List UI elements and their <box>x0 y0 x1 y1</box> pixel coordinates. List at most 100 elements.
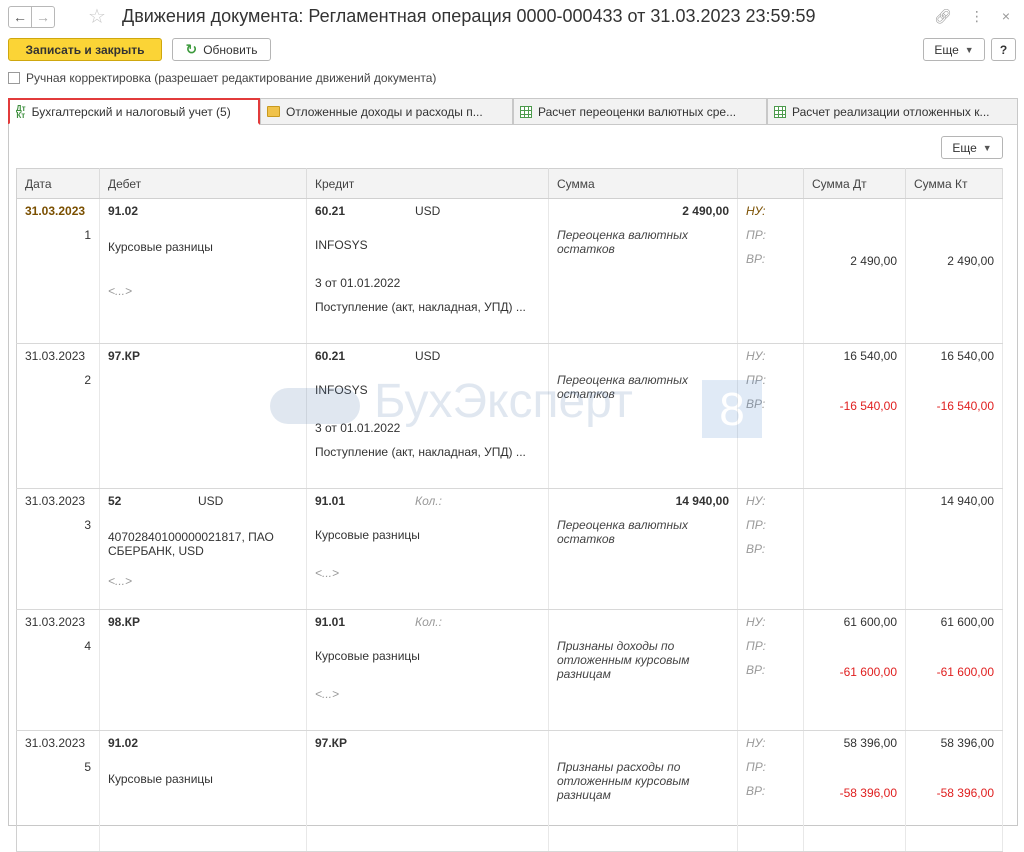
vr-sum-kt: 2 490,00 <box>947 254 994 268</box>
forward-button[interactable]: → <box>31 6 55 28</box>
cell-date: 31.03.2023 1 <box>16 198 100 344</box>
more-label: Еще <box>952 140 977 155</box>
more-label: Еще <box>934 42 959 57</box>
credit-account: 91.01 <box>315 615 346 629</box>
tab-label: Расчет переоценки валютных сре... <box>538 104 737 119</box>
cell-debit: 52 USD 40702840100000021817, ПАО СБЕРБАНК,… <box>99 488 307 610</box>
nu-sum-dt <box>804 489 905 513</box>
cell-date: 31.03.2023 3 <box>16 488 100 610</box>
label-vr: ВР: <box>746 663 766 677</box>
row-number: 1 <box>84 228 91 242</box>
entries-table: Дата Дебет Кредит Сумма Сумма Дт Сумма К… <box>16 168 1003 852</box>
cell-sum-dt: 16 540,00 -16 540,00 <box>803 343 906 489</box>
favorite-star-icon[interactable]: ☆ <box>88 4 106 29</box>
table-row[interactable]: 31.03.2023 2 97.КР 60.21 USD INFOSYS 3 от 01.0… <box>16 343 1003 489</box>
cell-sum-kt: 61 600,00 -61 600,00 <box>905 609 1003 731</box>
debit-more <box>100 424 306 448</box>
nu-sum-dt: 61 600,00 <box>843 615 897 629</box>
table-row[interactable]: 31.03.2023 5 91.02 Курсовые разницы 97.КР При… <box>16 730 1003 852</box>
col-sum-kt[interactable]: Сумма Кт <box>905 168 1003 199</box>
credit-currency: USD <box>415 204 441 218</box>
vr-sum-dt: -61 600,00 <box>839 665 897 679</box>
nu-sum-kt: 14 940,00 <box>940 494 994 508</box>
cell-debit: 97.КР <box>99 343 307 489</box>
help-button[interactable]: ? <box>991 38 1016 61</box>
credit-quantity-label: Кол.: <box>415 494 442 508</box>
manual-correction-label: Ручная корректировка (разрешает редактир… <box>26 71 437 85</box>
label-nu: НУ: <box>746 349 766 363</box>
col-type[interactable] <box>737 168 804 199</box>
cell-type: НУ: ПР: ВР: <box>737 730 804 852</box>
label-pr: ПР: <box>746 639 766 653</box>
more-button[interactable]: Еще ▼ <box>923 38 985 61</box>
vr-sum-kt: -58 396,00 <box>936 786 994 800</box>
cell-sum-kt: 2 490,00 <box>905 198 1003 344</box>
nu-sum-kt: 58 396,00 <box>940 736 994 750</box>
debit-subconto <box>100 646 306 690</box>
table-row[interactable]: 31.03.2023 4 98.КР 91.01 Кол.: Курсовые разни… <box>16 609 1003 731</box>
label-pr: ПР: <box>746 373 766 387</box>
table-row[interactable]: 31.03.2023 1 91.02 Курсовые разницы <...> 60.… <box>16 198 1003 344</box>
credit-subconto-2: <...> <box>315 566 340 580</box>
debit-subconto: Курсовые разницы <box>108 240 213 254</box>
credit-account: 60.21 <box>315 349 346 363</box>
grid-icon <box>520 105 532 118</box>
cell-type: НУ: ПР: ВР: <box>737 343 804 489</box>
col-sum-dt[interactable]: Сумма Дт <box>803 168 906 199</box>
col-date[interactable]: Дата <box>16 168 100 199</box>
tab-label: Бухгалтерский и налоговый учет (5) <box>31 104 231 119</box>
tab-label: Отложенные доходы и расходы п... <box>286 104 483 119</box>
close-icon[interactable]: × <box>1002 8 1010 25</box>
debit-subconto: 40702840100000021817, ПАО СБЕРБАНК, USD <box>108 530 274 558</box>
col-sum[interactable]: Сумма <box>548 168 738 199</box>
manual-correction-row: Ручная корректировка (разрешает редактир… <box>8 71 436 85</box>
date-value: 31.03.2023 <box>25 494 86 508</box>
refresh-button[interactable]: ↻ Обновить <box>172 38 271 61</box>
table-row[interactable]: 31.03.2023 3 52 USD 40702840100000021817, ПА… <box>16 488 1003 610</box>
cell-sum: 14 940,00 Переоценка валютных остатков <box>548 488 738 610</box>
nu-sum-kt: 61 600,00 <box>940 615 994 629</box>
nu-sum-kt <box>906 199 1002 223</box>
debit-account: 52 <box>108 494 122 508</box>
refresh-icon: ↻ <box>185 41 198 57</box>
cell-sum-dt: 58 396,00 -58 396,00 <box>803 730 906 852</box>
cell-type: НУ: ПР: ВР: <box>737 609 804 731</box>
credit-subconto-3: Поступление (акт, накладная, УПД) ... <box>315 445 526 459</box>
cell-sum-dt: 61 600,00 -61 600,00 <box>803 609 906 731</box>
table-more-button[interactable]: Еще ▼ <box>941 136 1003 159</box>
credit-subconto-3 <box>307 585 548 609</box>
debit-more: <...> <box>108 284 133 298</box>
tab-deferred-income[interactable]: Отложенные доходы и расходы п... <box>260 98 513 125</box>
link-icon[interactable]: 🔗︎ <box>934 8 952 25</box>
debit-subconto: Курсовые разницы <box>108 772 213 786</box>
date-value: 31.03.2023 <box>25 349 86 363</box>
credit-subconto-1 <box>307 767 548 791</box>
debit-account: 97.КР <box>108 349 141 363</box>
cell-credit: 60.21 USD INFOSYS 3 от 01.01.2022 Поступлени… <box>306 343 549 489</box>
label-vr: ВР: <box>746 784 766 798</box>
debit-account: 98.КР <box>108 615 141 629</box>
window-title: Движения документа: Регламентная операци… <box>122 6 816 26</box>
debit-subconto <box>100 380 306 424</box>
col-credit[interactable]: Кредит <box>306 168 549 199</box>
credit-subconto-2 <box>307 803 548 827</box>
col-debit[interactable]: Дебет <box>99 168 307 199</box>
credit-subconto-1: INFOSYS <box>315 238 368 252</box>
folder-icon <box>267 106 280 117</box>
operation-description: Признаны расходы по отложенным курсовым … <box>557 760 690 802</box>
sum-value <box>549 610 737 634</box>
more-vertical-icon[interactable]: ⋮ <box>970 8 984 25</box>
row-number: 4 <box>84 639 91 653</box>
back-button[interactable]: ← <box>8 6 32 28</box>
credit-subconto-2: <...> <box>315 687 340 701</box>
sum-value: 2 490,00 <box>682 204 729 218</box>
label-nu: НУ: <box>746 615 766 629</box>
grid-icon <box>774 105 786 118</box>
tab-currency-revaluation[interactable]: Расчет переоценки валютных сре... <box>513 98 767 125</box>
tab-deferred-realization[interactable]: Расчет реализации отложенных к... <box>767 98 1018 125</box>
debit-account: 91.02 <box>108 204 139 218</box>
tab-accounting[interactable]: Дт Кт Бухгалтерский и налоговый учет (5) <box>8 98 260 125</box>
save-and-close-button[interactable]: Записать и закрыть <box>8 38 162 61</box>
label-vr: ВР: <box>746 397 766 411</box>
manual-correction-checkbox[interactable] <box>8 72 20 84</box>
